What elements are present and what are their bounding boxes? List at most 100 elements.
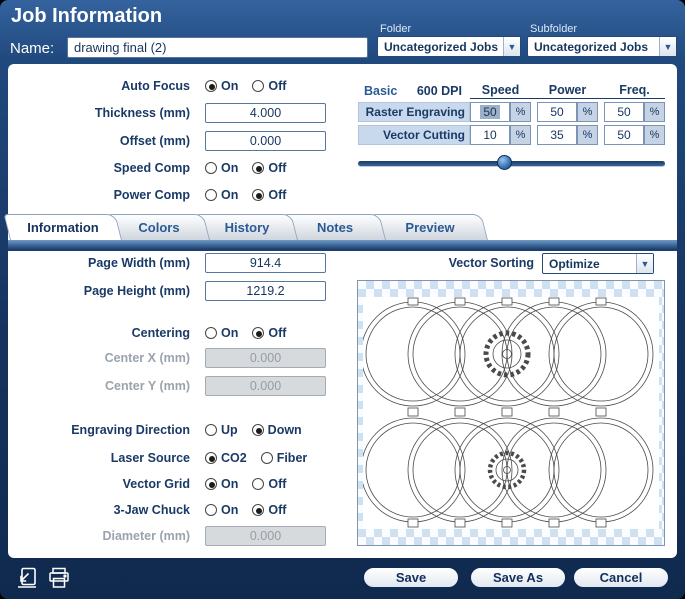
offset-input[interactable] — [205, 131, 326, 151]
radio-off-icon[interactable] — [252, 80, 265, 92]
radio-on-icon[interactable] — [205, 504, 217, 516]
print-icon — [49, 567, 69, 588]
auto-focus-on-label: On — [221, 79, 239, 93]
speed-comp-off-label: Off — [268, 161, 287, 175]
save-button[interactable]: Save — [362, 566, 460, 589]
radio-on-icon[interactable] — [205, 189, 217, 201]
laser-source-label: Laser Source — [110, 451, 190, 465]
print-button[interactable] — [46, 566, 72, 590]
main-panel: Auto Focus On Off Thickness (mm) Offset … — [3, 64, 677, 558]
engraving-down-label: Down — [267, 423, 302, 437]
power-comp-off-option[interactable]: Off — [252, 188, 286, 202]
laser-source-radio-group: CO2 Fiber — [205, 448, 307, 468]
radio-on-icon[interactable] — [205, 162, 217, 174]
percent-label: % — [577, 102, 598, 122]
chevron-down-icon[interactable]: ▼ — [503, 37, 520, 56]
slider-thumb[interactable] — [497, 155, 513, 170]
auto-focus-on-option[interactable]: On — [205, 79, 238, 93]
cancel-button[interactable]: Cancel — [572, 566, 670, 589]
centering-on-label: On — [221, 326, 239, 340]
raster-power-input[interactable]: 50 — [537, 102, 577, 122]
center-y-input — [205, 376, 326, 396]
speed-comp-on-label: On — [221, 161, 239, 175]
vector-grid-off-label: Off — [268, 477, 287, 491]
radio-co2-icon[interactable] — [205, 452, 217, 464]
save-job-file-button[interactable] — [14, 566, 40, 590]
chevron-down-icon[interactable]: ▼ — [636, 254, 653, 273]
radio-off-icon[interactable] — [252, 162, 265, 174]
laser-co2-option[interactable]: CO2 — [205, 451, 247, 465]
centering-label: Centering — [131, 326, 190, 340]
raster-engraving-label: Raster Engraving — [358, 102, 470, 122]
raster-freq-input[interactable]: 50 — [604, 102, 644, 122]
thickness-label: Thickness (mm) — [94, 106, 190, 120]
tab-bar: Information Colors History Notes Preview — [3, 214, 677, 240]
vector-sorting-dropdown[interactable]: Optimize ▼ — [542, 253, 654, 274]
jaw-chuck-off-option[interactable]: Off — [252, 503, 286, 517]
engraving-direction-label: Engraving Direction — [71, 423, 190, 437]
freq-column-header: Freq. — [619, 83, 650, 97]
folder-dropdown[interactable]: Uncategorized Jobs ▼ — [377, 36, 521, 57]
percent-label: % — [644, 102, 665, 122]
auto-focus-label: Auto Focus — [121, 79, 190, 93]
save-job-file-icon — [18, 567, 36, 588]
radio-down-icon[interactable] — [251, 424, 264, 436]
tab-notes[interactable]: Notes — [283, 214, 386, 240]
radio-on-icon[interactable] — [205, 80, 217, 92]
tab-history[interactable]: History — [195, 214, 298, 240]
speed-comp-off-option[interactable]: Off — [252, 161, 286, 175]
vector-grid-off-option[interactable]: Off — [252, 477, 286, 491]
tab-colors[interactable]: Colors — [107, 214, 210, 240]
power-column-header: Power — [548, 83, 587, 97]
vector-sorting-value: Optimize — [549, 256, 600, 271]
radio-on-icon[interactable] — [205, 478, 217, 490]
radio-fiber-icon[interactable] — [260, 452, 273, 464]
tab-preview[interactable]: Preview — [371, 214, 488, 240]
speed-comp-on-option[interactable]: On — [205, 161, 238, 175]
radio-off-icon[interactable] — [252, 504, 265, 516]
radio-on-icon[interactable] — [205, 327, 217, 339]
centering-on-option[interactable]: On — [205, 326, 238, 340]
job-preview — [357, 280, 665, 546]
subfolder-label: Subfolder — [530, 23, 578, 35]
vector-grid-on-option[interactable]: On — [205, 477, 238, 491]
subfolder-dropdown[interactable]: Uncategorized Jobs ▼ — [527, 36, 677, 57]
thickness-input[interactable] — [205, 103, 326, 123]
page-height-input[interactable] — [205, 281, 326, 301]
jaw-chuck-on-option[interactable]: On — [205, 503, 238, 517]
vector-power-input[interactable]: 35 — [537, 125, 577, 145]
laser-co2-label: CO2 — [221, 451, 247, 465]
laser-fiber-option[interactable]: Fiber — [260, 451, 307, 465]
auto-focus-off-option[interactable]: Off — [252, 79, 286, 93]
page-width-label: Page Width (mm) — [88, 256, 190, 270]
chevron-down-icon[interactable]: ▼ — [659, 37, 676, 56]
percent-label: % — [644, 125, 665, 145]
laser-parameters-table: Basic 600 DPI Speed Power Freq. Raster E… — [358, 82, 665, 145]
basic-mode-tab[interactable]: Basic — [358, 82, 397, 99]
vector-grid-label: Vector Grid — [122, 477, 190, 491]
save-as-button[interactable]: Save As — [469, 566, 567, 589]
name-label: Name: — [10, 40, 55, 57]
tab-information[interactable]: Information — [3, 214, 123, 240]
center-y-label: Center Y (mm) — [105, 379, 190, 393]
centering-off-option[interactable]: Off — [252, 326, 286, 340]
engraving-up-option[interactable]: Up — [205, 423, 238, 437]
radio-off-icon[interactable] — [252, 478, 265, 490]
vector-speed-input[interactable]: 10 — [470, 125, 510, 145]
radio-up-icon[interactable] — [205, 424, 217, 436]
jaw-chuck-radio-group: On Off — [205, 500, 286, 520]
center-x-input — [205, 348, 326, 368]
speed-column-header: Speed — [481, 83, 520, 97]
tab-separator-bar — [8, 240, 677, 251]
power-comp-on-option[interactable]: On — [205, 188, 238, 202]
raster-speed-input[interactable]: 50 — [470, 102, 510, 122]
radio-off-icon[interactable] — [252, 327, 265, 339]
page-width-input[interactable] — [205, 253, 326, 273]
vector-freq-input[interactable]: 50 — [604, 125, 644, 145]
radio-off-icon[interactable] — [252, 189, 265, 201]
table-row-vector-cutting: Vector Cutting 10 % 35 % 50 % — [358, 125, 665, 145]
percent-label: % — [510, 102, 531, 122]
jaw-chuck-label: 3-Jaw Chuck — [113, 503, 190, 517]
engraving-down-option[interactable]: Down — [251, 423, 302, 437]
job-name-input[interactable] — [67, 37, 368, 58]
